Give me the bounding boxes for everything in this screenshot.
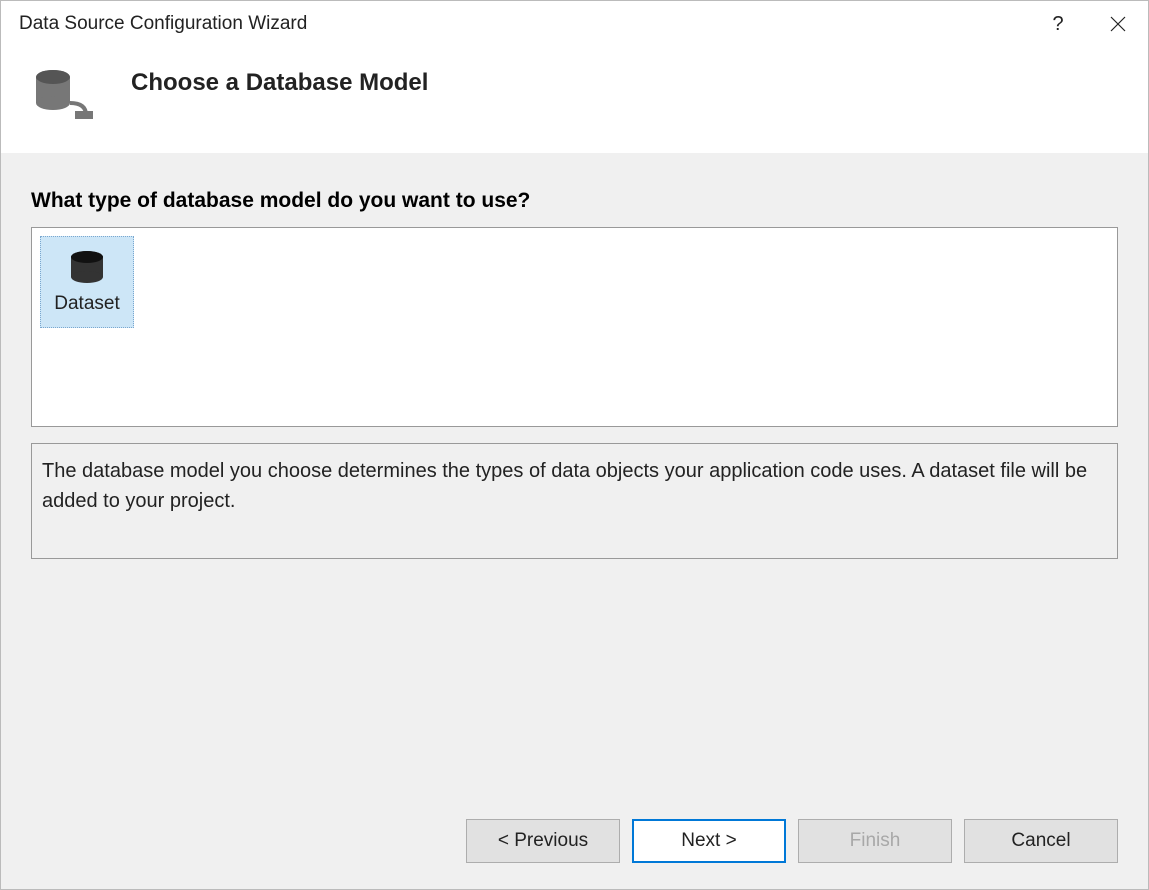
window-title: Data Source Configuration Wizard	[19, 13, 1028, 35]
database-icon	[67, 249, 107, 287]
finish-button[interactable]: Finish	[798, 819, 952, 863]
option-label: Dataset	[54, 293, 119, 315]
cancel-button[interactable]: Cancel	[964, 819, 1118, 863]
option-dataset[interactable]: Dataset	[40, 236, 134, 328]
model-options-list[interactable]: Dataset	[31, 227, 1118, 427]
description-box: The database model you choose determines…	[31, 443, 1118, 559]
page-title: Choose a Database Model	[131, 69, 428, 97]
previous-button[interactable]: < Previous	[466, 819, 620, 863]
next-button[interactable]: Next >	[632, 819, 786, 863]
wizard-body: What type of database model do you want …	[1, 153, 1148, 801]
titlebar: Data Source Configuration Wizard ?	[1, 1, 1148, 47]
help-button[interactable]: ?	[1028, 1, 1088, 47]
wizard-footer: < Previous Next > Finish Cancel	[1, 801, 1148, 889]
question-label: What type of database model do you want …	[31, 189, 1118, 213]
close-button[interactable]	[1088, 1, 1148, 47]
wizard-header: Choose a Database Model	[1, 47, 1148, 153]
help-icon: ?	[1052, 13, 1063, 36]
close-icon	[1110, 16, 1126, 32]
database-plug-icon	[31, 67, 101, 127]
